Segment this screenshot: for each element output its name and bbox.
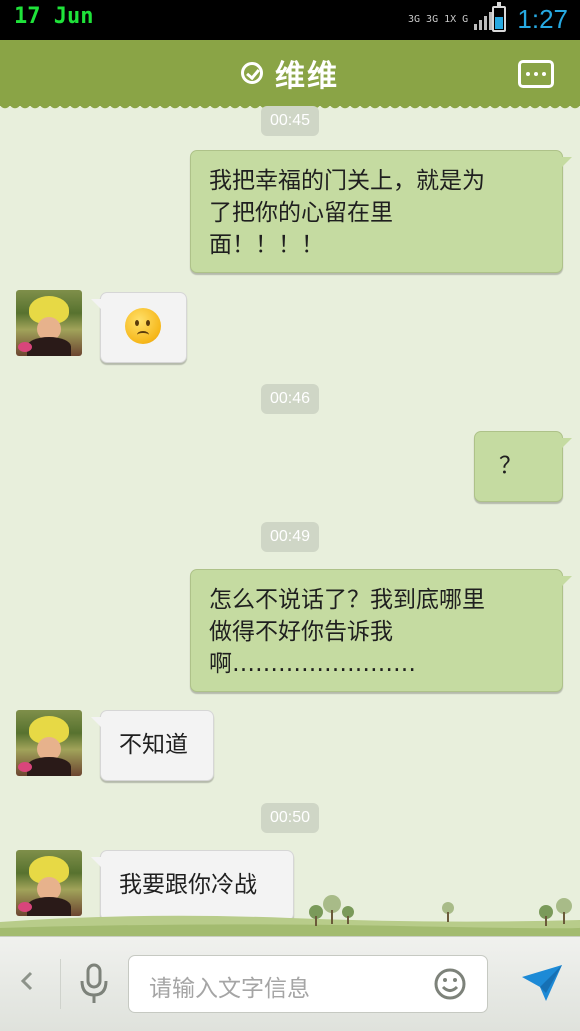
- more-options-button[interactable]: [518, 60, 554, 88]
- timestamp: 00:45: [261, 106, 319, 136]
- landscape-decoration: [0, 895, 580, 936]
- divider: [60, 959, 61, 1009]
- message-list[interactable]: 00:45 我把幸福的门关上，就是为 了把你的心留在里 面！！！！ 00:46 …: [0, 106, 580, 936]
- timestamp: 00:49: [261, 522, 319, 552]
- network-1x-label: 3G 1X: [426, 14, 457, 25]
- smiley-icon[interactable]: [433, 967, 467, 1001]
- contact-avatar[interactable]: [16, 710, 82, 776]
- status-bar: 17 Jun 3G 3G 1X G 1:27: [0, 0, 580, 40]
- message-bubble-sent[interactable]: 怎么不说话了？我到底哪里 做得不好你告诉我 啊……………………: [190, 569, 572, 692]
- network-indicators: 3G 3G 1X G: [408, 6, 493, 34]
- message-line: 面！！！！: [209, 232, 324, 258]
- input-placeholder: 请输入文字信息: [149, 976, 310, 1002]
- microphone-icon[interactable]: [78, 963, 110, 1005]
- chat-header: 维维: [0, 40, 580, 112]
- chat-screen: 17 Jun 3G 3G 1X G 1:27 维维 00:45 我把幸福的门关上…: [0, 0, 580, 1031]
- message-bubble-received[interactable]: [91, 292, 187, 363]
- status-date: 17 Jun: [14, 4, 94, 29]
- status-time: 1:27: [517, 4, 568, 34]
- battery-icon: [492, 2, 506, 32]
- network-3g-label: 3G: [408, 14, 421, 25]
- message-line: 不知道: [119, 732, 188, 758]
- frown-emoji-icon: [125, 308, 161, 344]
- message-line: 怎么不说话了？我到底哪里: [209, 587, 485, 613]
- message-bubble-sent[interactable]: ？: [474, 431, 572, 502]
- check-circle-icon: [241, 62, 263, 84]
- contact-avatar[interactable]: [16, 290, 82, 356]
- message-line: ？: [499, 453, 522, 479]
- timestamp: 00:50: [261, 803, 319, 833]
- message-line: 啊……………………: [209, 651, 416, 677]
- message-line: 我把幸福的门关上，就是为: [209, 168, 485, 194]
- timestamp: 00:46: [261, 384, 319, 414]
- message-bubble-received[interactable]: 不知道: [91, 710, 214, 781]
- chevron-left-icon[interactable]: [20, 971, 34, 991]
- message-text-input[interactable]: 请输入文字信息: [128, 955, 488, 1013]
- chat-title: 维维: [275, 59, 339, 94]
- battery-level: [495, 16, 503, 29]
- message-line: 做得不好你告诉我: [209, 619, 393, 645]
- signal-strength-icon: [474, 10, 493, 30]
- chat-title-group: 维维: [0, 40, 580, 106]
- network-g-label: G: [462, 14, 469, 25]
- send-icon[interactable]: [520, 963, 564, 1003]
- message-bubble-sent[interactable]: 我把幸福的门关上，就是为 了把你的心留在里 面！！！！: [190, 150, 572, 273]
- message-line: 了把你的心留在里: [209, 200, 393, 226]
- message-input-bar: 请输入文字信息: [0, 936, 580, 1031]
